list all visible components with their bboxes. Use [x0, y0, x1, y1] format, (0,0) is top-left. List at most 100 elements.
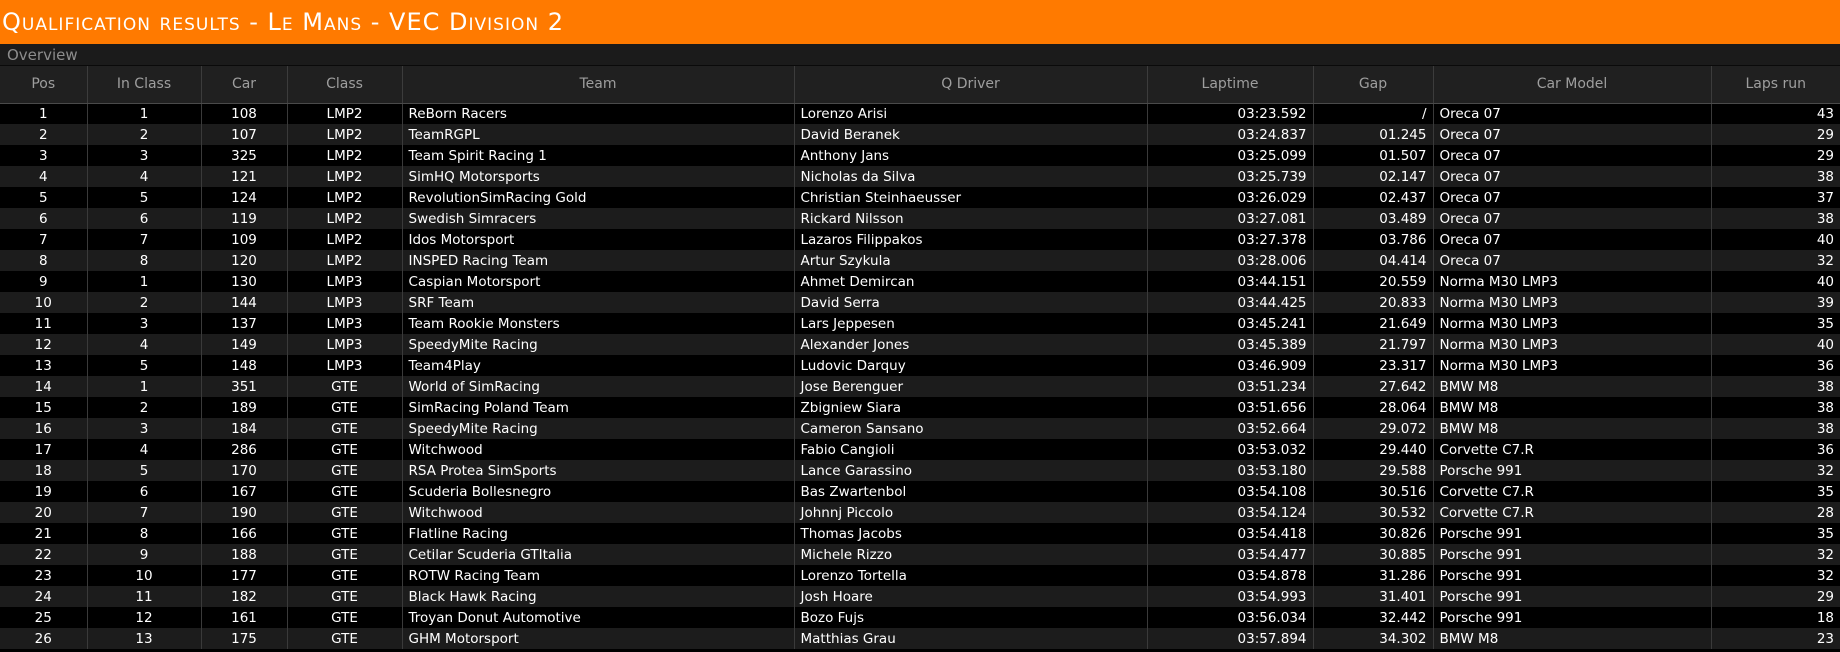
cell-car: 188 [201, 544, 288, 565]
cell-car-model: Norma M30 LMP3 [1433, 313, 1712, 334]
cell-gap: 21.649 [1313, 313, 1434, 334]
cell-class: GTE [287, 544, 403, 565]
cell-q-driver: David Serra [794, 292, 1148, 313]
cell-laps-run: 32 [1711, 565, 1840, 586]
table-row[interactable]: 9 1 130 LMP3 Caspian Motorsport Ahmet Demirca… [0, 271, 1840, 292]
column-header-team[interactable]: Team [402, 66, 795, 104]
cell-team: RevolutionSimRacing Gold [402, 187, 795, 208]
table-row[interactable]: 15 2 189 GTE SimRacing Poland Team Zbigniew S… [0, 397, 1840, 418]
column-header-class[interactable]: Class [287, 66, 403, 104]
cell-laptime: 03:54.878 [1147, 565, 1314, 586]
cell-laptime: 03:53.032 [1147, 439, 1314, 460]
cell-laptime: 03:51.656 [1147, 397, 1314, 418]
cell-q-driver: Zbigniew Siara [794, 397, 1148, 418]
cell-laps-run: 36 [1711, 439, 1840, 460]
cell-in-class: 3 [87, 313, 202, 334]
column-header-gap[interactable]: Gap [1313, 66, 1434, 104]
cell-laps-run: 36 [1711, 355, 1840, 376]
cell-car: 149 [201, 334, 288, 355]
cell-car: 177 [201, 565, 288, 586]
cell-pos: 13 [0, 355, 88, 376]
cell-pos: 7 [0, 229, 88, 250]
table-row[interactable]: 13 5 148 LMP3 Team4Play Ludovic Darquy 03:46.9… [0, 355, 1840, 376]
cell-gap: 31.401 [1313, 586, 1434, 607]
column-header-car-model[interactable]: Car Model [1433, 66, 1712, 104]
cell-car: 119 [201, 208, 288, 229]
cell-q-driver: Bas Zwartenbol [794, 481, 1148, 502]
column-header-car[interactable]: Car [201, 66, 288, 104]
cell-team: RSA Protea SimSports [402, 460, 795, 481]
cell-in-class: 4 [87, 166, 202, 187]
cell-pos: 2 [0, 124, 88, 145]
cell-laps-run: 35 [1711, 481, 1840, 502]
table-row[interactable]: 6 6 119 LMP2 Swedish Simracers Rickard Nilsso… [0, 208, 1840, 229]
cell-pos: 18 [0, 460, 88, 481]
table-row[interactable]: 4 4 121 LMP2 SimHQ Motorsports Nicholas da Si… [0, 166, 1840, 187]
table-row[interactable]: 23 10 177 GTE ROTW Racing Team Lorenzo Tortel… [0, 565, 1840, 586]
cell-gap: 03.786 [1313, 229, 1434, 250]
cell-class: GTE [287, 460, 403, 481]
cell-team: Team4Play [402, 355, 795, 376]
table-row[interactable]: 7 7 109 LMP2 Idos Motorsport Lazaros Filippak… [0, 229, 1840, 250]
cell-laps-run: 32 [1711, 460, 1840, 481]
table-row[interactable]: 8 8 120 LMP2 INSPED Racing Team Artur Szykula… [0, 250, 1840, 271]
cell-in-class: 1 [87, 103, 202, 124]
cell-q-driver: Anthony Jans [794, 145, 1148, 166]
cell-team: Swedish Simracers [402, 208, 795, 229]
table-row[interactable]: 17 4 286 GTE Witchwood Fabio Cangioli 03:53.03… [0, 439, 1840, 460]
cell-car-model: Porsche 991 [1433, 565, 1712, 586]
cell-pos: 12 [0, 334, 88, 355]
table-row[interactable]: 22 9 188 GTE Cetilar Scuderia GTItalia Michel… [0, 544, 1840, 565]
cell-pos: 15 [0, 397, 88, 418]
cell-car: 130 [201, 271, 288, 292]
column-header-laptime[interactable]: Laptime [1147, 66, 1314, 104]
cell-car: 175 [201, 628, 288, 649]
cell-gap: 31.286 [1313, 565, 1434, 586]
cell-laptime: 03:44.425 [1147, 292, 1314, 313]
cell-class: GTE [287, 439, 403, 460]
table-row[interactable]: 18 5 170 GTE RSA Protea SimSports Lance Garas… [0, 460, 1840, 481]
table-row[interactable]: 3 3 325 LMP2 Team Spirit Racing 1 Anthony Jan… [0, 145, 1840, 166]
cell-laps-run: 40 [1711, 229, 1840, 250]
column-header-laps-run[interactable]: Laps run [1711, 66, 1840, 104]
cell-laps-run: 38 [1711, 376, 1840, 397]
table-row[interactable]: 2 2 107 LMP2 TeamRGPL David Beranek 03:24.837 0… [0, 124, 1840, 145]
table-row[interactable]: 1 1 108 LMP2 ReBorn Racers Lorenzo Arisi 03:23… [0, 103, 1840, 124]
column-header-q-driver[interactable]: Q Driver [794, 66, 1148, 104]
table-row[interactable]: 21 8 166 GTE Flatline Racing Thomas Jacobs 03:… [0, 523, 1840, 544]
column-header-pos[interactable]: Pos [0, 66, 88, 104]
cell-class: GTE [287, 565, 403, 586]
cell-car-model: Corvette C7.R [1433, 481, 1712, 502]
cell-gap: 03.489 [1313, 208, 1434, 229]
table-row[interactable]: 16 3 184 GTE SpeedyMite Racing Cameron Sansan… [0, 418, 1840, 439]
table-row[interactable]: 19 6 167 GTE Scuderia Bollesnegro Bas Zwarten… [0, 481, 1840, 502]
table-row[interactable]: 5 5 124 LMP2 RevolutionSimRacing Gold Christi… [0, 187, 1840, 208]
cell-team: SimRacing Poland Team [402, 397, 795, 418]
cell-laptime: 03:54.418 [1147, 523, 1314, 544]
cell-gap: 34.302 [1313, 628, 1434, 649]
cell-class: LMP3 [287, 355, 403, 376]
cell-q-driver: Alexander Jones [794, 334, 1148, 355]
cell-in-class: 9 [87, 544, 202, 565]
cell-in-class: 5 [87, 355, 202, 376]
cell-car-model: Porsche 991 [1433, 586, 1712, 607]
table-row[interactable]: 10 2 144 LMP3 SRF Team David Serra 03:44.425 20… [0, 292, 1840, 313]
cell-car: 184 [201, 418, 288, 439]
table-row[interactable]: 11 3 137 LMP3 Team Rookie Monsters Lars Jeppe… [0, 313, 1840, 334]
cell-laps-run: 35 [1711, 523, 1840, 544]
cell-laptime: 03:56.034 [1147, 607, 1314, 628]
cell-laptime: 03:27.081 [1147, 208, 1314, 229]
column-header-in-class[interactable]: In Class [87, 66, 202, 104]
cell-car: 144 [201, 292, 288, 313]
cell-gap: 20.833 [1313, 292, 1434, 313]
table-row[interactable]: 20 7 190 GTE Witchwood Johnnj Piccolo 03:54.12… [0, 502, 1840, 523]
cell-laptime: 03:54.477 [1147, 544, 1314, 565]
cell-car: 161 [201, 607, 288, 628]
cell-car: 170 [201, 460, 288, 481]
table-row[interactable]: 26 13 175 GTE GHM Motorsport Matthias Grau 03:… [0, 628, 1840, 649]
table-row[interactable]: 25 12 161 GTE Troyan Donut Automotive Bozo Fu… [0, 607, 1840, 628]
table-row[interactable]: 12 4 149 LMP3 SpeedyMite Racing Alexander Jon… [0, 334, 1840, 355]
cell-laptime: 03:52.664 [1147, 418, 1314, 439]
table-row[interactable]: 24 11 182 GTE Black Hawk Racing Josh Hoare 03:… [0, 586, 1840, 607]
table-row[interactable]: 14 1 351 GTE World of SimRacing Jose Berengue… [0, 376, 1840, 397]
